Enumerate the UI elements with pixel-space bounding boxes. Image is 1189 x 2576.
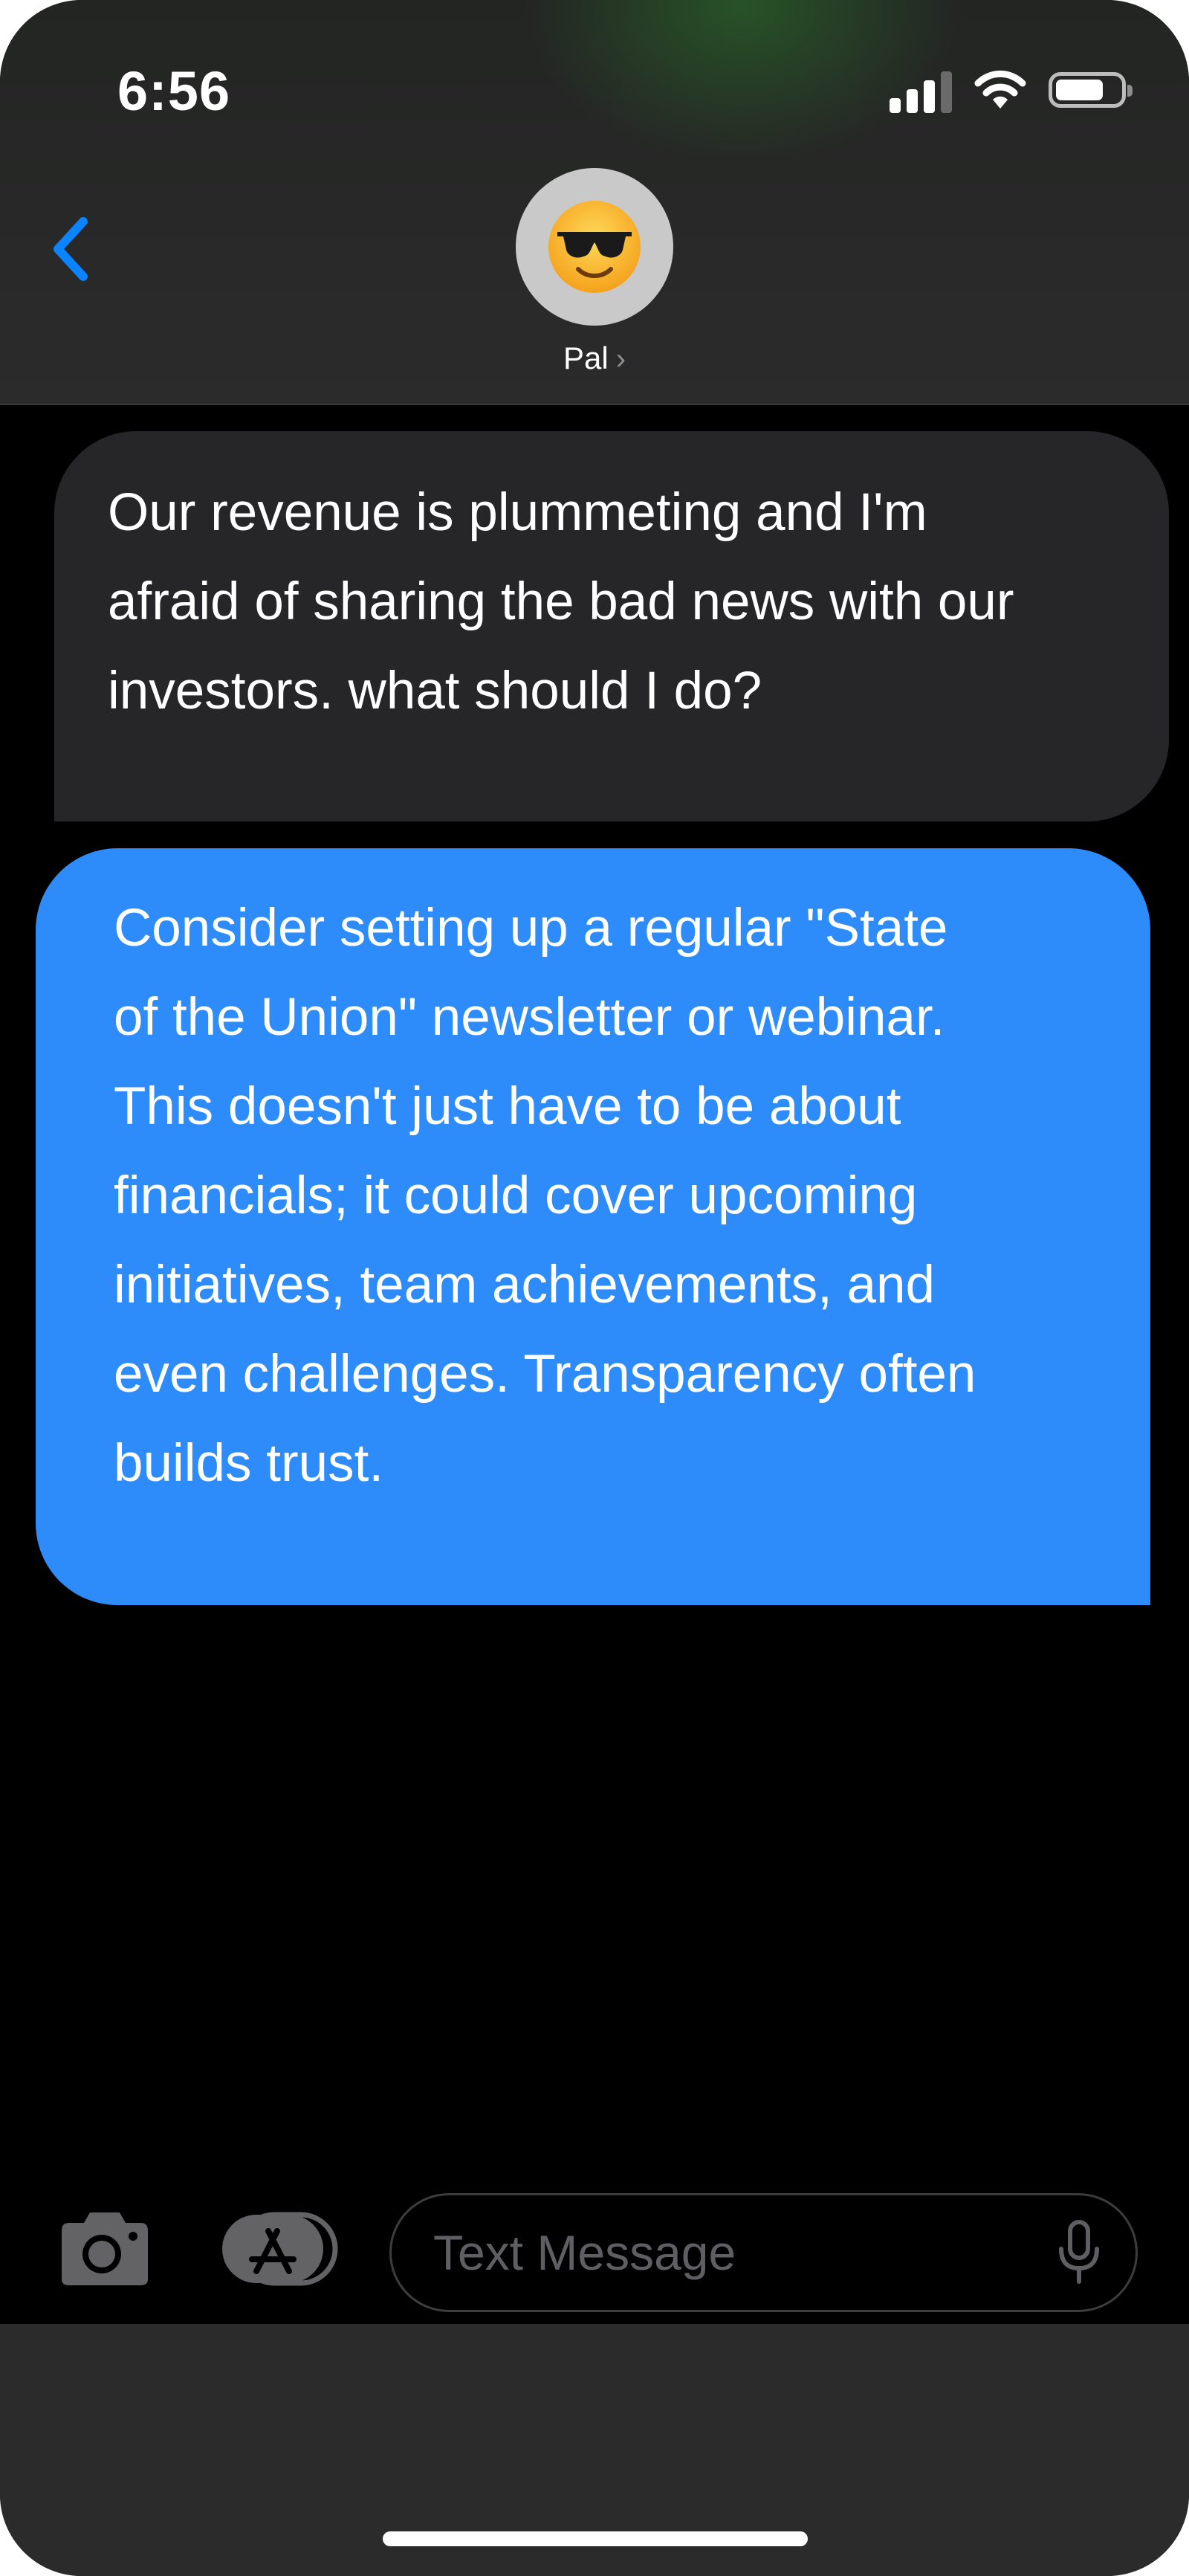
message-line: initiatives, team achievements, and [114,1256,936,1314]
chevron-right-icon: › [615,343,626,375]
back-button[interactable] [45,208,104,290]
message-line: afraid of sharing the bad news with our [108,572,1014,631]
message-input[interactable] [389,2193,1138,2312]
message-line: of the Union" newsletter or webinar. [114,988,945,1047]
dictation-button[interactable] [1055,2219,1103,2286]
microphone-icon [1059,2220,1099,2284]
message-line: financials; it could cover upcoming [114,1166,918,1225]
conversation-header: 6:56 Pal › [0,0,1189,405]
contact-avatar[interactable] [516,168,673,326]
status-time: 6:56 [117,60,231,122]
message-bubble-received: Our revenue is plummeting and I'm afraid… [54,431,1169,821]
message-line: investors. what should I do? [108,662,762,720]
message-line: Our revenue is plummeting and I'm [108,483,927,542]
home-indicator[interactable] [383,2531,808,2546]
contact-name-link[interactable]: Pal › [0,340,1189,376]
app-store-icon [222,2212,338,2286]
message-line: even challenges. Transparency often [114,1345,976,1404]
sunglasses-emoji-icon [548,201,641,293]
battery-level-fill [1056,80,1103,100]
message-line: Consider setting up a regular "State [114,899,948,958]
apps-button[interactable] [219,2212,338,2286]
battery-icon [1049,72,1133,108]
cellular-signal-icon [890,67,952,113]
camera-button[interactable] [56,2208,154,2290]
camera-icon [62,2212,148,2285]
wifi-icon [974,70,1026,109]
contact-name: Pal [563,340,609,375]
message-line: builds trust. [114,1434,384,1493]
message-bubble-sent: Consider setting up a regular "State of … [36,848,1150,1605]
chevron-left-icon [54,217,88,281]
message-line: This doesn't just have to be about [114,1077,901,1136]
phone-screen: 6:56 Pal › Our revenue is plummeting and… [0,0,1189,2576]
status-icons [890,67,1133,113]
